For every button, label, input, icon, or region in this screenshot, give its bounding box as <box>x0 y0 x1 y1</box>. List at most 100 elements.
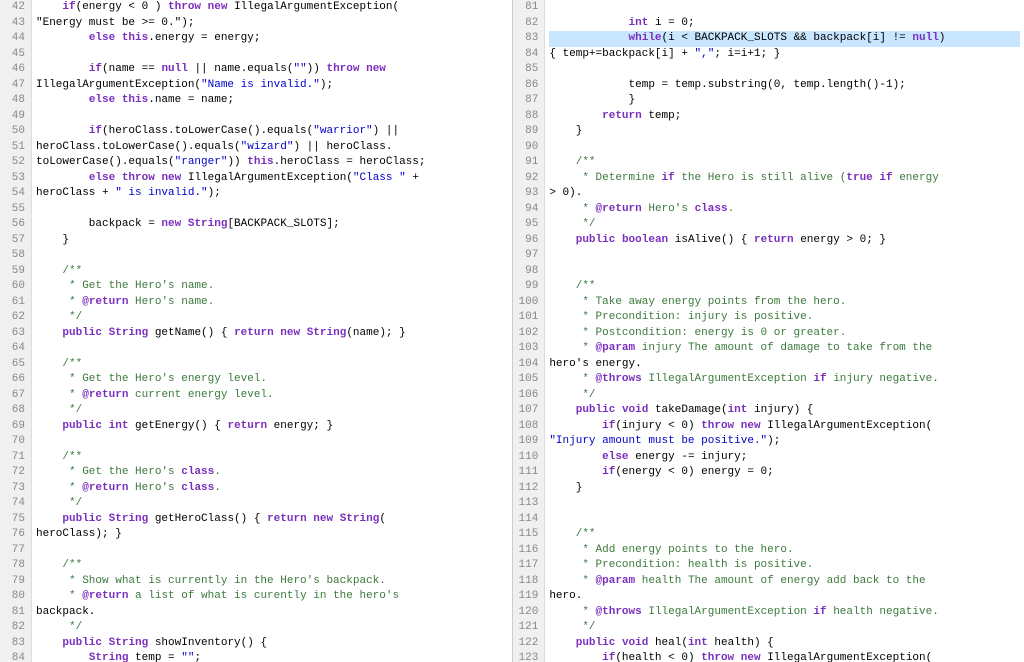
code-line: * @return current energy level. <box>36 388 508 404</box>
line-number: 47 <box>6 78 25 94</box>
code-line: * Get the Hero's name. <box>36 279 508 295</box>
line-number: 92 <box>519 171 539 187</box>
code-line: /** <box>549 279 1020 295</box>
line-number: 94 <box>519 202 539 218</box>
right-code-area: 8182838485868788899091929394959697989910… <box>513 0 1024 662</box>
code-line: IllegalArgumentException("Name is invali… <box>36 78 508 94</box>
line-number: 121 <box>519 620 539 636</box>
code-line: */ <box>36 496 508 512</box>
code-line: else energy -= injury; <box>549 450 1020 466</box>
code-line: * @throws IllegalArgumentException if he… <box>549 605 1020 621</box>
code-line: backpack = new String[BACKPACK_SLOTS]; <box>36 217 508 233</box>
code-line: * @param injury The amount of damage to … <box>549 341 1020 357</box>
line-number: 95 <box>519 217 539 233</box>
code-line: public String getHeroClass() { return ne… <box>36 512 508 528</box>
code-line: backpack. <box>36 605 508 621</box>
right-code-content[interactable]: int i = 0; while(i < BACKPACK_SLOTS && b… <box>545 0 1024 662</box>
line-number: 100 <box>519 295 539 311</box>
line-number: 73 <box>6 481 25 497</box>
code-line: * Determine if the Hero is still alive (… <box>549 171 1020 187</box>
line-number: 117 <box>519 558 539 574</box>
line-number: 111 <box>519 465 539 481</box>
line-number: 74 <box>6 496 25 512</box>
code-line <box>549 0 1020 16</box>
left-pane: 4243444546474849505152535455565758596061… <box>0 0 513 662</box>
line-number: 84 <box>519 47 539 63</box>
code-line: } <box>549 124 1020 140</box>
code-line: public String showInventory() { <box>36 636 508 652</box>
code-line: /** <box>36 264 508 280</box>
line-number: 67 <box>6 388 25 404</box>
line-number: 88 <box>519 109 539 125</box>
line-number: 81 <box>6 605 25 621</box>
line-number: 64 <box>6 341 25 357</box>
right-line-numbers: 8182838485868788899091929394959697989910… <box>513 0 546 662</box>
line-number: 45 <box>6 47 25 63</box>
line-number: 108 <box>519 419 539 435</box>
code-line: * Take away energy points from the hero. <box>549 295 1020 311</box>
code-line <box>549 264 1020 280</box>
line-number: 123 <box>519 651 539 662</box>
code-line: } <box>36 233 508 249</box>
code-line: * Postcondition: energy is 0 or greater. <box>549 326 1020 342</box>
line-number: 116 <box>519 543 539 559</box>
line-number: 104 <box>519 357 539 373</box>
line-number: 98 <box>519 264 539 280</box>
line-number: 46 <box>6 62 25 78</box>
code-line: "Injury amount must be positive."); <box>549 434 1020 450</box>
line-number: 44 <box>6 31 25 47</box>
line-number: 102 <box>519 326 539 342</box>
code-line: if(name == null || name.equals("")) thro… <box>36 62 508 78</box>
code-line: hero. <box>549 589 1020 605</box>
editor-container: 4243444546474849505152535455565758596061… <box>0 0 1024 662</box>
line-number: 91 <box>519 155 539 171</box>
line-number: 54 <box>6 186 25 202</box>
line-number: 105 <box>519 372 539 388</box>
code-line: hero's energy. <box>549 357 1020 373</box>
code-line: * @return Hero's name. <box>36 295 508 311</box>
code-line <box>36 47 508 63</box>
line-number: 106 <box>519 388 539 404</box>
code-line: } <box>549 93 1020 109</box>
line-number: 70 <box>6 434 25 450</box>
line-number: 107 <box>519 403 539 419</box>
line-number: 85 <box>519 62 539 78</box>
code-line: /** <box>36 558 508 574</box>
code-line: String temp = ""; <box>36 651 508 662</box>
code-line: while(i < BACKPACK_SLOTS && backpack[i] … <box>549 31 1020 47</box>
right-pane: 8182838485868788899091929394959697989910… <box>513 0 1024 662</box>
line-number: 103 <box>519 341 539 357</box>
line-number: 118 <box>519 574 539 590</box>
code-line: if(health < 0) throw new IllegalArgument… <box>549 651 1020 662</box>
line-number: 112 <box>519 481 539 497</box>
code-line: /** <box>36 450 508 466</box>
code-line <box>36 202 508 218</box>
line-number: 72 <box>6 465 25 481</box>
code-line: temp = temp.substring(0, temp.length()-1… <box>549 78 1020 94</box>
code-line: */ <box>36 310 508 326</box>
code-line: * @param health The amount of energy add… <box>549 574 1020 590</box>
line-number: 60 <box>6 279 25 295</box>
line-number: 110 <box>519 450 539 466</box>
code-line: */ <box>549 217 1020 233</box>
code-line: * Show what is currently in the Hero's b… <box>36 574 508 590</box>
line-number: 59 <box>6 264 25 280</box>
code-line: public void takeDamage(int injury) { <box>549 403 1020 419</box>
code-line <box>549 62 1020 78</box>
code-line: heroClass.toLowerCase().equals("wizard")… <box>36 140 508 156</box>
code-line: > 0). <box>549 186 1020 202</box>
line-number: 62 <box>6 310 25 326</box>
line-number: 68 <box>6 403 25 419</box>
line-number: 63 <box>6 326 25 342</box>
line-number: 81 <box>519 0 539 16</box>
line-number: 83 <box>519 31 539 47</box>
line-number: 42 <box>6 0 25 16</box>
line-number: 80 <box>6 589 25 605</box>
code-line: if(heroClass.toLowerCase().equals("warri… <box>36 124 508 140</box>
code-line: * Precondition: injury is positive. <box>549 310 1020 326</box>
code-line: if(energy < 0) energy = 0; <box>549 465 1020 481</box>
code-line <box>549 496 1020 512</box>
code-line: * Precondition: health is positive. <box>549 558 1020 574</box>
line-number: 114 <box>519 512 539 528</box>
left-code-content[interactable]: if(energy < 0 ) throw new IllegalArgumen… <box>32 0 512 662</box>
